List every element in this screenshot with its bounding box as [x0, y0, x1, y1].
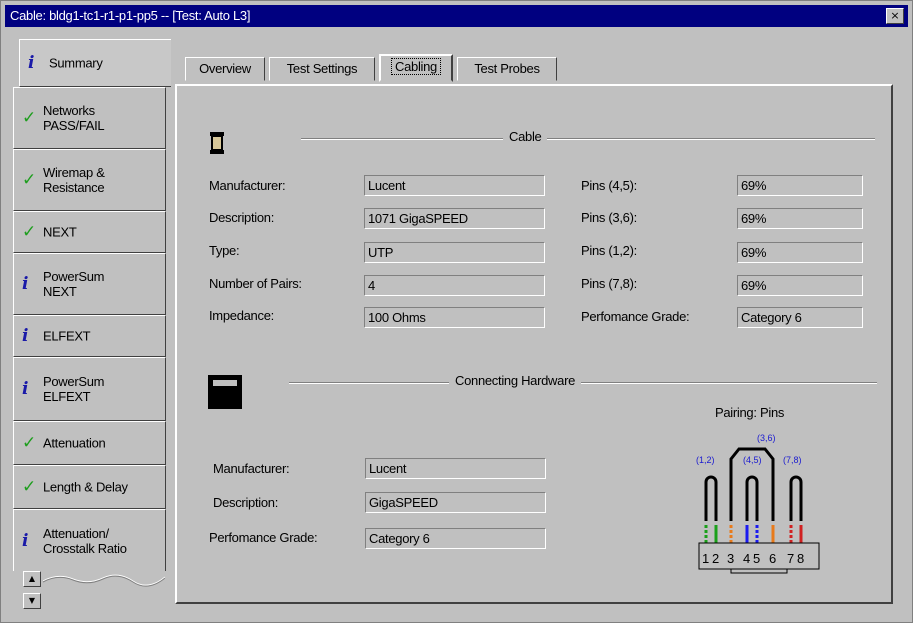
hw-description-label: Description:: [213, 495, 279, 510]
tab-label: Test Settings: [286, 61, 358, 76]
check-icon: ✓: [22, 170, 37, 190]
window-title: Cable: bldg1-tc1-r1-p1-pp5 -- [Test: Aut…: [10, 8, 251, 23]
results-sidebar: i Summary ✓ Networks PASS/FAIL ✓ Wiremap…: [13, 39, 171, 613]
cable-manufacturer-field: Lucent: [364, 175, 545, 196]
sidebar-item-wiremap[interactable]: ✓ Wiremap & Resistance: [13, 149, 166, 211]
scroll-down-button[interactable]: ▼: [23, 593, 41, 609]
connector-latch: [730, 569, 788, 574]
sidebar-item-acr[interactable]: i Attenuation/ Crosstalk Ratio: [13, 509, 166, 571]
cable-description-label: Description:: [209, 210, 275, 225]
sidebar-item-powersum-elfext[interactable]: i PowerSum ELFEXT: [13, 357, 166, 421]
pin-number: 7: [787, 551, 794, 566]
hw-manufacturer-label: Manufacturer:: [213, 461, 290, 476]
tab-test-probes[interactable]: Test Probes: [457, 57, 557, 81]
pins-12-field: 69%: [737, 242, 863, 263]
cable-type-field: UTP: [364, 242, 545, 263]
cable-impedance-label: Impedance:: [209, 308, 274, 323]
pin-number: 4: [743, 551, 750, 566]
info-icon: i: [22, 379, 29, 399]
cable-test-window: Cable: bldg1-tc1-r1-p1-pp5 -- [Test: Aut…: [0, 0, 913, 623]
cable-section-heading: Cable: [503, 129, 548, 144]
hw-grade-field: Category 6: [365, 528, 546, 549]
check-icon: ✓: [22, 433, 37, 453]
jack-icon: [208, 375, 242, 409]
cable-manufacturer-label: Manufacturer:: [209, 178, 286, 193]
hw-description-field: GigaSPEED: [365, 492, 546, 513]
pair-label: (3,6): [757, 433, 776, 443]
tab-cabling[interactable]: Cabling: [379, 54, 453, 82]
sidebar-item-summary[interactable]: i Summary: [19, 39, 171, 87]
pair-12-wire: [704, 475, 718, 521]
pair-label: (1,2): [696, 455, 715, 465]
sidebar-item-label: ELFEXT: [43, 328, 91, 344]
sidebar-item-attenuation[interactable]: ✓ Attenuation: [13, 421, 166, 465]
pins-45-label: Pins (4,5):: [581, 178, 637, 193]
sidebar-item-label: PowerSum NEXT: [43, 269, 105, 299]
info-icon: i: [22, 326, 29, 346]
pair-label: (4,5): [743, 455, 762, 465]
hardware-section-divider: [289, 382, 877, 384]
sidebar-item-networks[interactable]: ✓ Networks PASS/FAIL: [13, 87, 166, 149]
pins-45-field: 69%: [737, 175, 863, 196]
info-icon: i: [22, 274, 29, 294]
sidebar-item-length-delay[interactable]: ✓ Length & Delay: [13, 465, 166, 509]
sidebar-item-label: Attenuation: [43, 435, 106, 451]
pairing-diagram: (1,2) (3,6) (4,5) (7,8) 1 2 3 4 5 6 7 8: [696, 433, 820, 574]
check-icon: ✓: [22, 222, 37, 242]
cable-grade-field: Category 6: [737, 307, 863, 328]
cable-section-divider: [301, 138, 875, 140]
cable-pairs-field: 4: [364, 275, 545, 296]
sidebar-item-label: Networks PASS/FAIL: [43, 103, 105, 133]
pin-number: 1: [702, 551, 709, 566]
hw-grade-label: Perfomance Grade:: [209, 530, 318, 545]
pin-number: 2: [712, 551, 719, 566]
cable-grade-label: Perfomance Grade:: [581, 309, 690, 324]
pair-78-wire: [789, 475, 803, 521]
pins-12-label: Pins (1,2):: [581, 243, 637, 258]
pins-78-label: Pins (7,8):: [581, 276, 637, 291]
sidebar-item-label: Length & Delay: [43, 479, 128, 495]
tab-overview[interactable]: Overview: [185, 57, 265, 81]
sidebar-item-powersum-next[interactable]: i PowerSum NEXT: [13, 253, 166, 315]
pin-number: 6: [769, 551, 776, 566]
close-button[interactable]: ×: [886, 8, 904, 24]
pin-number: 3: [727, 551, 734, 566]
cable-description-field: 1071 GigaSPEED: [364, 208, 545, 229]
hardware-section-heading: Connecting Hardware: [449, 373, 582, 388]
sidebar-item-label: Summary: [49, 55, 103, 71]
title-bar: Cable: bldg1-tc1-r1-p1-pp5 -- [Test: Aut…: [5, 5, 908, 27]
cable-pairs-label: Number of Pairs:: [209, 276, 302, 291]
hw-manufacturer-field: Lucent: [365, 458, 546, 479]
cable-spool-icon: [210, 132, 224, 154]
sidebar-item-label: PowerSum ELFEXT: [43, 374, 105, 404]
check-icon: ✓: [22, 477, 37, 497]
sidebar-item-elfext[interactable]: i ELFEXT: [13, 315, 166, 357]
sidebar-item-label: NEXT: [43, 224, 77, 240]
pair-45-wire: [745, 475, 759, 521]
info-icon: i: [28, 53, 35, 73]
info-icon: i: [22, 530, 29, 551]
scroll-up-button[interactable]: ▲: [23, 571, 41, 587]
sidebar-item-next[interactable]: ✓ NEXT: [13, 211, 166, 253]
cable-type-label: Type:: [209, 243, 240, 258]
tab-test-settings[interactable]: Test Settings: [269, 57, 375, 81]
check-icon: ✓: [22, 108, 37, 128]
tab-label: Overview: [199, 61, 251, 76]
pair-label: (7,8): [783, 455, 802, 465]
pins-36-field: 69%: [737, 208, 863, 229]
pin-number: 8: [797, 551, 804, 566]
tab-label: Cabling: [391, 58, 441, 75]
cable-impedance-field: 100 Ohms: [364, 307, 545, 328]
pairing-title: Pairing: Pins: [715, 405, 785, 420]
torn-edge-decoration: [43, 574, 165, 587]
pin-number: 5: [753, 551, 760, 566]
sidebar-item-label: Wiremap & Resistance: [43, 165, 105, 195]
sidebar-item-label: Attenuation/ Crosstalk Ratio: [43, 525, 127, 556]
pins-78-field: 69%: [737, 275, 863, 296]
pins-36-label: Pins (3,6):: [581, 210, 637, 225]
tab-label: Test Probes: [474, 61, 540, 76]
